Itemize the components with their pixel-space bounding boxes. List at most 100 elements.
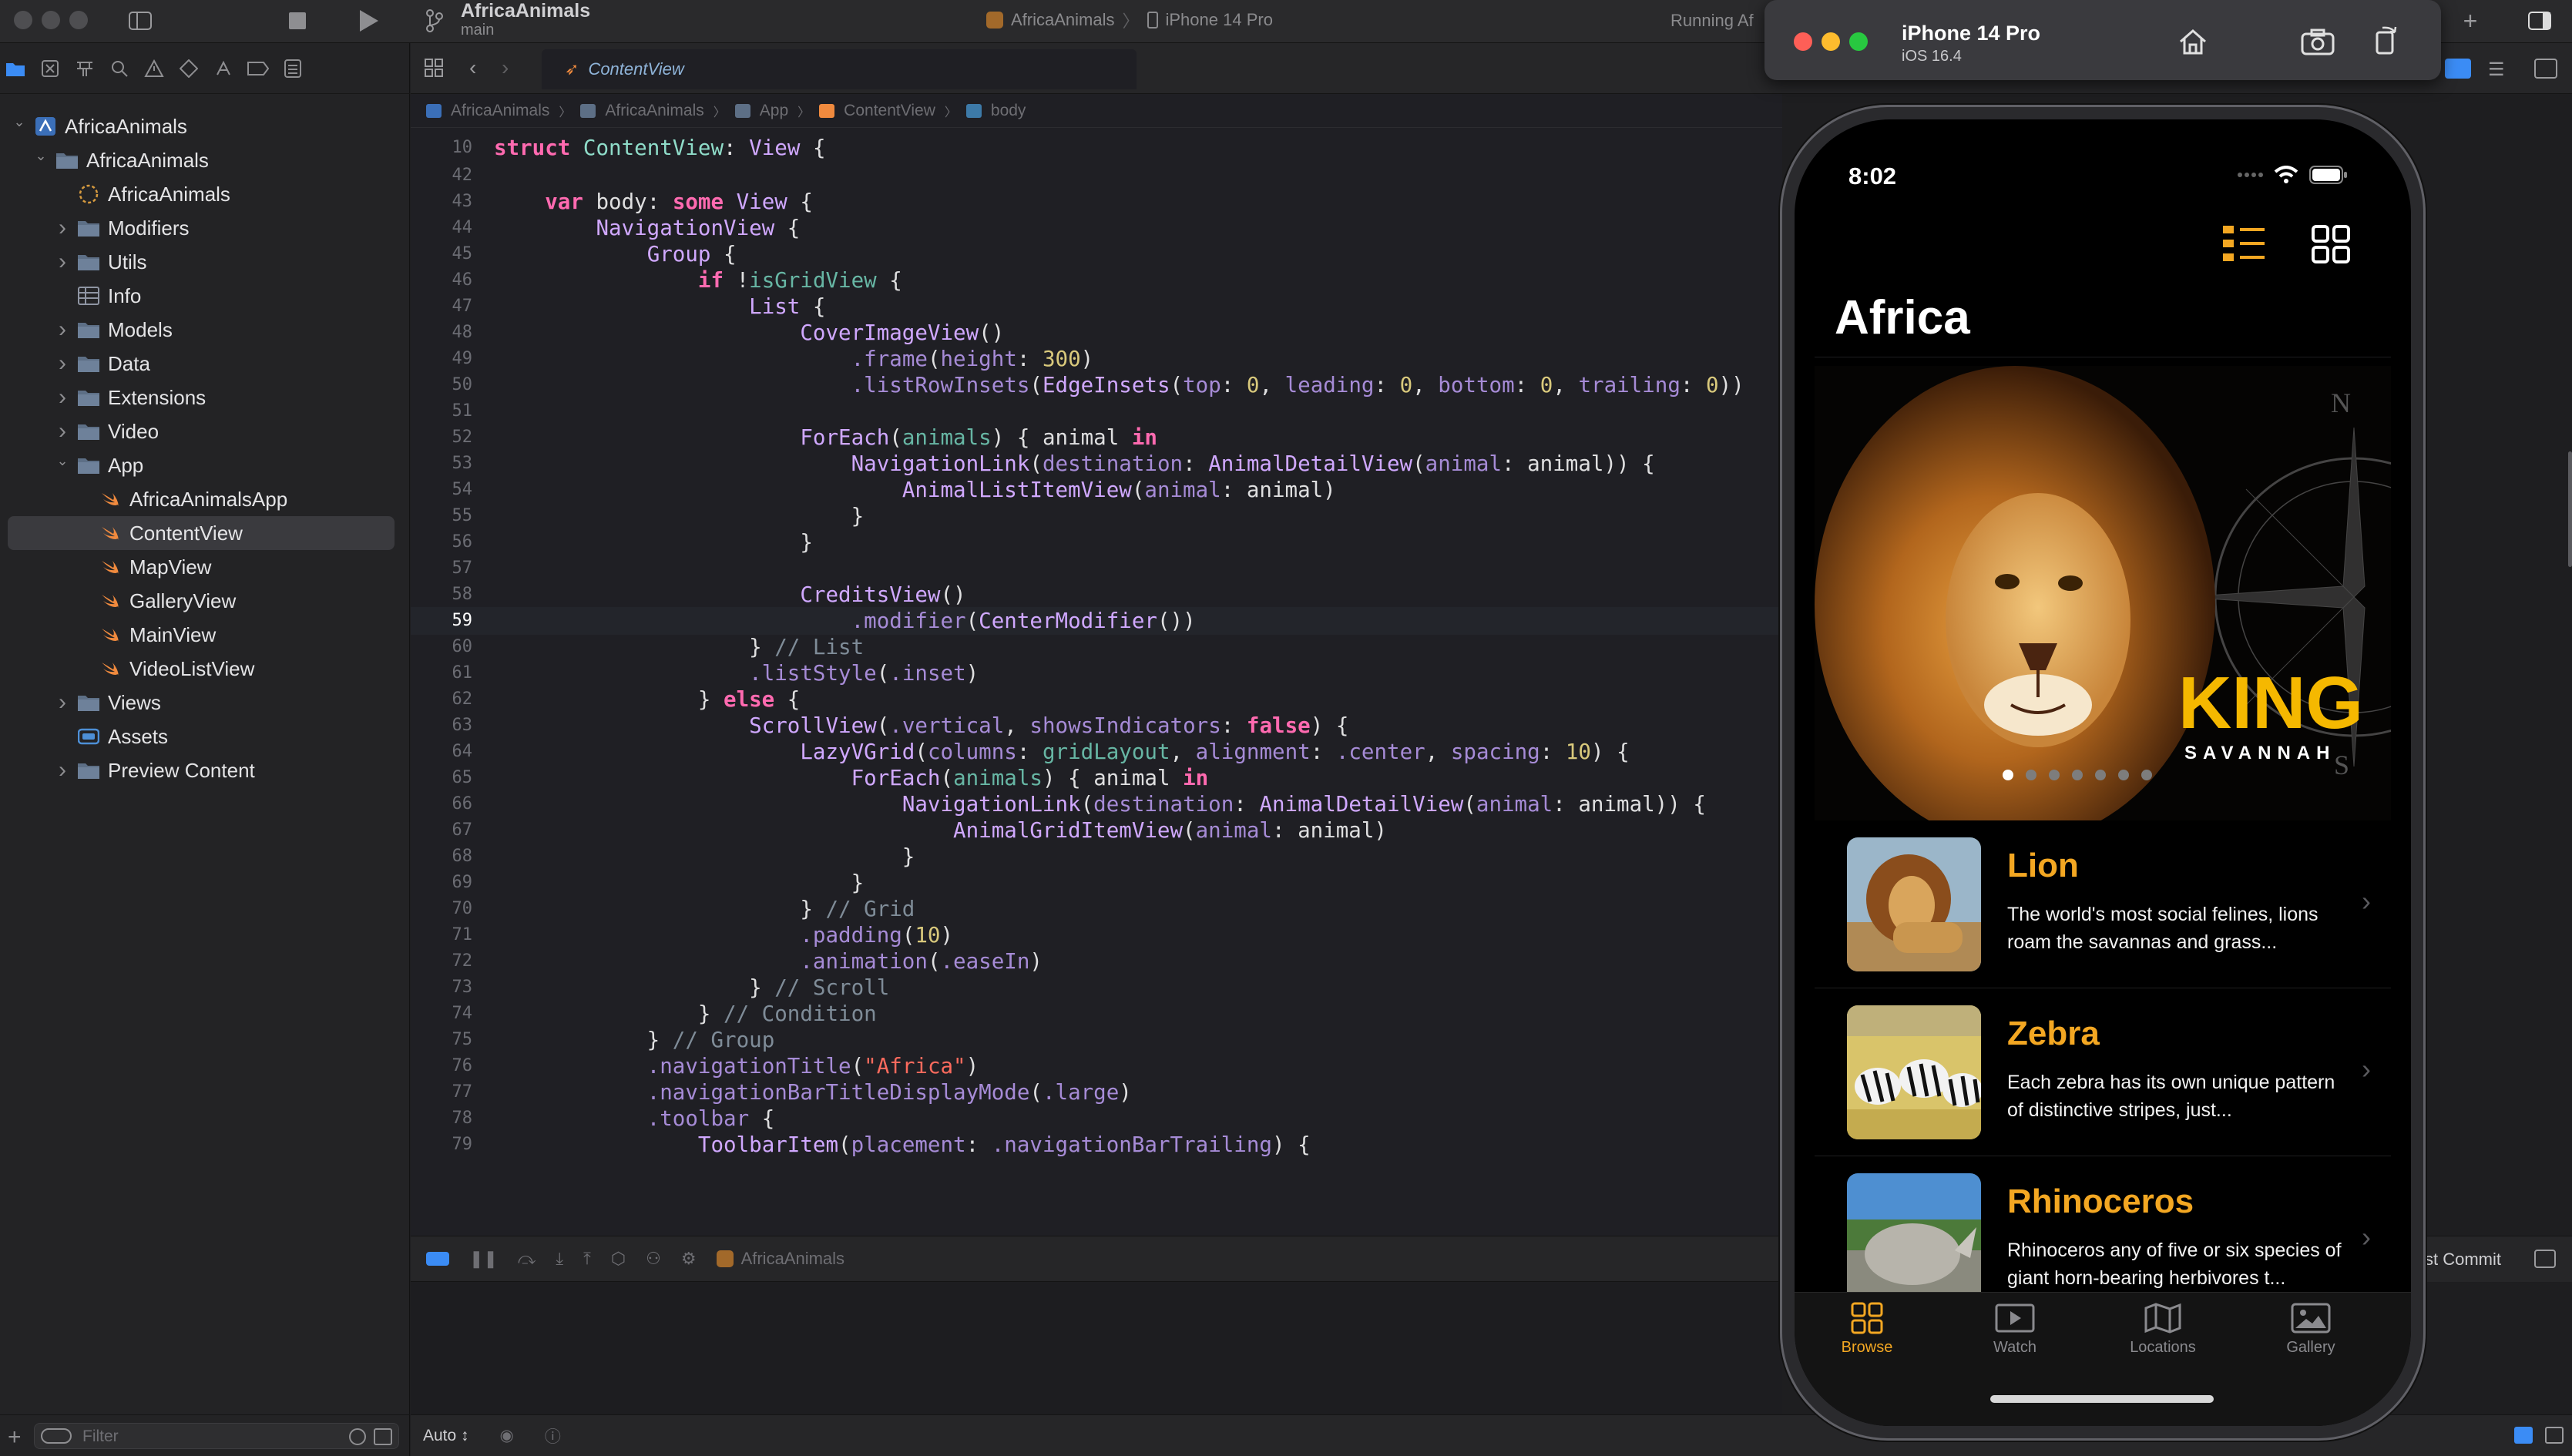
tab-locations[interactable]: Locations [2109, 1302, 2217, 1357]
code-line-57[interactable]: 57 [411, 555, 1782, 582]
symbol-navigator-icon[interactable] [74, 58, 96, 79]
tree-item-mainview[interactable]: MainView [0, 618, 410, 652]
debug-console[interactable] [411, 1282, 1782, 1414]
code-line-46[interactable]: 46 if !isGridView { [411, 267, 1782, 294]
chevron-down-icon[interactable]: ⌄ [32, 148, 49, 164]
add-icon[interactable]: + [2458, 7, 2483, 35]
tree-item-views[interactable]: › Views [0, 686, 410, 720]
rotate-icon[interactable] [2370, 25, 2401, 55]
console-view-icon[interactable] [2545, 1427, 2564, 1444]
code-line-65[interactable]: 65 ForEach(animals) { animal in [411, 764, 1782, 792]
code-line-54[interactable]: 54 AnimalListItemView(animal: animal) [411, 476, 1782, 504]
code-line-76[interactable]: 76 .navigationTitle("Africa") [411, 1052, 1782, 1080]
grid-icon[interactable] [425, 59, 443, 77]
tree-item-utils[interactable]: › Utils [0, 245, 410, 279]
code-line-49[interactable]: 49 .frame(height: 300) [411, 345, 1782, 373]
tree-item-contentview[interactable]: ContentView [8, 516, 395, 550]
recent-files-icon[interactable] [349, 1428, 366, 1445]
code-line-63[interactable]: 63 ScrollView(.vertical, showsIndicators… [411, 712, 1782, 740]
code-line-78[interactable]: 78 .toolbar { [411, 1105, 1782, 1132]
code-line-66[interactable]: 66 NavigationLink(destination: AnimalDet… [411, 790, 1782, 818]
code-line-74[interactable]: 74 } // Condition [411, 1000, 1782, 1028]
simulator-close-button[interactable] [1794, 32, 1812, 51]
code-line-68[interactable]: 68 } [411, 843, 1782, 871]
breakpoint-navigator-icon[interactable] [247, 58, 269, 79]
list-item[interactable]: Zebra Each zebra has its own unique patt… [1815, 988, 2391, 1156]
code-line-48[interactable]: 48 CoverImageView() [411, 319, 1782, 347]
list-item[interactable]: Lion The world's most social felines, li… [1815, 820, 2391, 988]
code-line-69[interactable]: 69 } [411, 869, 1782, 897]
tree-item-galleryview[interactable]: GalleryView [0, 584, 410, 618]
tree-item-videolistview[interactable]: VideoListView [0, 652, 410, 686]
step-into-icon[interactable]: ⤓ [556, 1249, 563, 1269]
warning-icon[interactable] [143, 58, 165, 79]
tree-item-africaanimals[interactable]: ⌄ AfricaAnimals [0, 143, 410, 177]
code-line-73[interactable]: 73 } // Scroll [411, 974, 1782, 1001]
source-control-icon[interactable] [39, 58, 61, 79]
test-navigator-icon[interactable] [178, 58, 200, 79]
chevron-right-icon[interactable]: › [54, 689, 71, 716]
info-icon[interactable]: ⓘ [545, 1424, 561, 1448]
breadcrumb-item[interactable]: ContentView [844, 102, 935, 120]
environment-icon[interactable]: ⚙ [681, 1249, 697, 1269]
back-icon[interactable]: ‹ [469, 55, 476, 80]
code-line-47[interactable]: 47 List { [411, 293, 1782, 320]
debug-navigator-icon[interactable] [213, 58, 234, 79]
console-mode-selector[interactable]: Auto ↕ [423, 1427, 469, 1445]
minimap-icon[interactable]: ☰ [2488, 59, 2505, 81]
tree-item-africaanimalsapp[interactable]: AfricaAnimalsApp [0, 482, 410, 516]
filter-options-icon[interactable] [41, 1428, 72, 1444]
zoom-window-button[interactable] [69, 11, 88, 29]
filter-field[interactable]: Filter [34, 1423, 399, 1449]
breadcrumb-item[interactable]: AfricaAnimals [605, 102, 703, 120]
run-button[interactable] [356, 9, 381, 32]
chevron-right-icon[interactable]: › [54, 317, 71, 343]
chevron-right-icon[interactable]: › [54, 215, 71, 241]
code-line-70[interactable]: 70 } // Grid [411, 895, 1782, 923]
sidebar-toggle-icon[interactable] [128, 9, 153, 32]
stop-button[interactable] [285, 9, 310, 32]
code-line-51[interactable]: 51 [411, 398, 1782, 425]
breakpoints-toggle-icon[interactable] [426, 1252, 449, 1266]
tree-item-assets[interactable]: Assets [0, 720, 410, 753]
tree-item-extensions[interactable]: › Extensions [0, 381, 410, 414]
add-file-icon[interactable]: + [8, 1424, 22, 1451]
list-layout-icon[interactable] [2221, 224, 2266, 264]
inspector-toggle-icon[interactable] [2527, 9, 2552, 32]
scrollbar[interactable] [2568, 451, 2572, 567]
code-line-52[interactable]: 52 ForEach(animals) { animal in [411, 424, 1782, 451]
code-line-67[interactable]: 67 AnimalGridItemView(animal: animal) [411, 817, 1782, 844]
chevron-down-icon[interactable]: ⌄ [11, 114, 28, 130]
breadcrumb-item[interactable]: App [760, 102, 788, 120]
code-line-77[interactable]: 77 .navigationBarTitleDisplayMode(.large… [411, 1079, 1782, 1106]
tab-watch[interactable]: Watch [1961, 1302, 2069, 1357]
cover-image[interactable]: N W S KING SAVANNAH [1815, 366, 2391, 820]
filter-scope-icon[interactable] [374, 1428, 392, 1445]
step-out-icon[interactable]: ⤒ [583, 1249, 591, 1269]
home-icon[interactable] [2177, 28, 2208, 55]
chevron-right-icon[interactable]: › [54, 418, 71, 445]
step-over-icon[interactable]: ⤼ [518, 1249, 536, 1269]
code-area[interactable]: 10struct ContentView: View {41// MARK: -… [411, 134, 1782, 1282]
code-line-75[interactable]: 75 } // Group [411, 1026, 1782, 1054]
code-line-45[interactable]: 45 Group { [411, 240, 1782, 268]
search-icon[interactable] [109, 58, 130, 79]
screenshot-icon[interactable] [2301, 28, 2335, 55]
variables-view-icon[interactable] [2514, 1427, 2533, 1444]
tab-gallery[interactable]: Gallery [2257, 1302, 2365, 1357]
tree-item-modifiers[interactable]: › Modifiers [0, 211, 410, 245]
chevron-right-icon[interactable]: › [54, 249, 71, 275]
close-window-button[interactable] [14, 11, 32, 29]
code-line-56[interactable]: 56 } [411, 528, 1782, 556]
tree-item-africaanimals[interactable]: ⌄ AfricaAnimals [0, 109, 410, 143]
code-line-72[interactable]: 72 .animation(.easeIn) [411, 948, 1782, 975]
simulator-zoom-button[interactable] [1849, 32, 1868, 51]
code-line-79[interactable]: 79 ToolbarItem(placement: .navigationBar… [411, 1131, 1782, 1159]
sticky-scope-header[interactable]: 10 struct ContentView: View { [411, 134, 1782, 162]
tree-item-app[interactable]: ⌄ App [0, 448, 410, 482]
tree-item-mapview[interactable]: MapView [0, 550, 410, 584]
tree-item-africaanimals[interactable]: AfricaAnimals [0, 177, 410, 211]
view-hierarchy-icon[interactable]: ⬡ [611, 1249, 626, 1269]
code-line-53[interactable]: 53 NavigationLink(destination: AnimalDet… [411, 450, 1782, 478]
code-line-60[interactable]: 60 } // List [411, 633, 1782, 661]
